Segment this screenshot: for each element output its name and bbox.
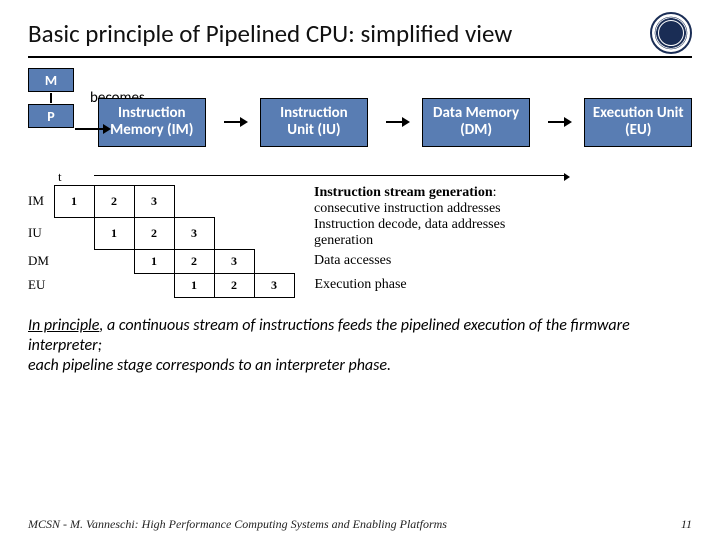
table-row: EU 1 2 3 Execution phase <box>28 273 564 297</box>
stage-eu: Execution Unit (EU) <box>584 98 692 147</box>
page-number: 11 <box>681 517 692 532</box>
bus-connector-icon <box>50 93 52 103</box>
time-axis-label: t <box>54 169 94 186</box>
university-seal-icon <box>650 12 692 54</box>
arrow-icon <box>548 121 567 123</box>
title-rule <box>28 56 692 58</box>
stage-dm: Data Memory (DM) <box>422 98 530 147</box>
old-cpu-block: M P <box>28 68 74 128</box>
timing-cell: 3 <box>174 217 214 249</box>
row-desc-eu: Execution phase <box>294 273 564 297</box>
timing-diagram: t IM 1 2 3 Instruction stream generation… <box>28 169 692 298</box>
row-label-dm: DM <box>28 249 54 273</box>
table-row: IU 1 2 3 Instruction decode, data addres… <box>28 217 564 249</box>
timing-cell: 1 <box>174 273 214 297</box>
timing-cell: 3 <box>214 249 254 273</box>
time-axis-arrow-icon <box>94 169 564 186</box>
timing-cell: 2 <box>94 185 134 217</box>
row-desc-iu: Instruction decode, data addresses gener… <box>294 217 564 249</box>
timing-cell: 1 <box>134 249 174 273</box>
arrow-icon <box>386 121 405 123</box>
timing-cell: 3 <box>134 185 174 217</box>
table-row: DM 1 2 3 Data accesses <box>28 249 564 273</box>
page-title: Basic principle of Pipelined CPU: simpli… <box>28 18 512 49</box>
stage-iu: Instruction Unit (IU) <box>260 98 368 147</box>
timing-cell: 3 <box>254 273 294 297</box>
pipeline-stages: Instruction Memory (IM) Instruction Unit… <box>98 98 692 147</box>
timing-cell: 2 <box>214 273 254 297</box>
row-desc-im: Instruction stream generation: consecuti… <box>294 185 564 217</box>
summary-paragraph: In principle, a continuous stream of ins… <box>28 316 692 376</box>
timing-cell: 2 <box>134 217 174 249</box>
arrow-icon <box>75 128 105 130</box>
timing-cell: 1 <box>54 185 94 217</box>
processor-box: P <box>28 104 74 128</box>
table-row: IM 1 2 3 Instruction stream generation: … <box>28 185 564 217</box>
arrow-icon <box>224 121 243 123</box>
footer-credit: MCSN - M. Vanneschi: High Performance Co… <box>28 517 447 532</box>
stage-im: Instruction Memory (IM) <box>98 98 206 147</box>
row-label-eu: EU <box>28 273 54 297</box>
row-desc-dm: Data accesses <box>294 249 564 273</box>
timing-cell: 1 <box>94 217 134 249</box>
timing-cell: 2 <box>174 249 214 273</box>
row-label-iu: IU <box>28 217 54 249</box>
memory-box: M <box>28 68 74 92</box>
row-label-im: IM <box>28 185 54 217</box>
